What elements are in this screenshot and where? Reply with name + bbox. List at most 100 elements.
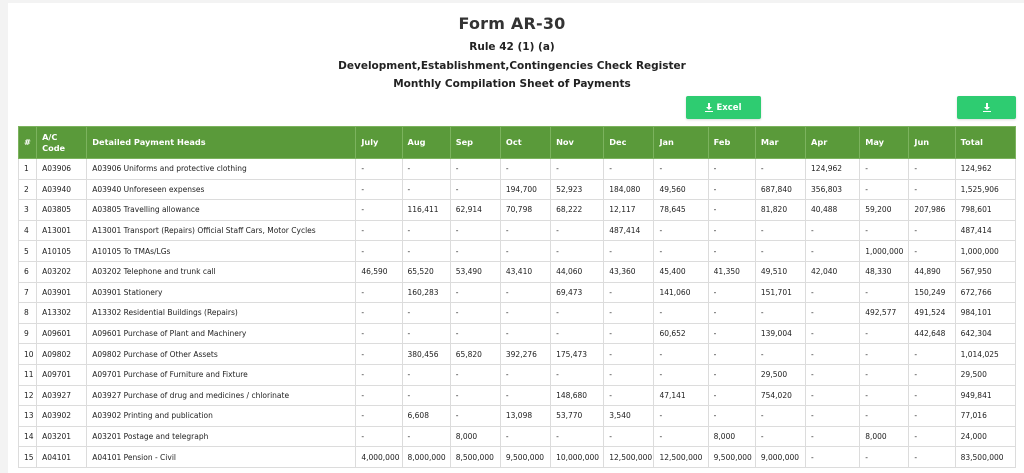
table-cell: - <box>805 219 861 242</box>
table-cell: - <box>805 446 861 468</box>
table-row: 6 A03202 A03202 Telephone and trunk call 46… <box>17 260 1017 283</box>
table-cell: - <box>499 219 552 242</box>
table-cell: A09802 <box>36 343 88 365</box>
table-cell: 1,014,025 <box>954 343 1017 365</box>
table-cell: - <box>355 425 403 448</box>
table-cell: 8,000 <box>859 425 910 448</box>
table-cell: 194,700 <box>499 178 552 201</box>
table-cell: 43,360 <box>603 260 655 283</box>
table-cell: 687,840 <box>754 178 807 201</box>
table-cell: - <box>859 446 910 468</box>
table-cell: - <box>499 322 552 345</box>
table-cell: - <box>355 158 403 180</box>
table-cell: 4,000,000 <box>355 446 403 468</box>
table-cell: 356,803 <box>805 178 861 201</box>
table-cell: - <box>449 363 501 386</box>
table-cell: A10105 To TMAs/LGs <box>86 240 357 262</box>
payments-table: # A/C Code Detailed Payment Heads July Aug Sep… <box>17 126 1017 468</box>
table-cell: - <box>908 240 956 262</box>
table-cell: - <box>707 302 756 324</box>
table-cell: 754,020 <box>754 384 807 407</box>
table-cell: - <box>707 158 756 180</box>
table-cell: 15 <box>17 446 38 468</box>
table-cell: 442,648 <box>908 322 956 345</box>
table-cell: - <box>603 363 655 386</box>
table-cell: - <box>355 384 403 407</box>
table-cell: 124,962 <box>954 158 1017 180</box>
table-cell: - <box>550 425 605 448</box>
table-cell: 3,540 <box>603 405 655 427</box>
table-cell: A03940 <box>36 178 88 201</box>
column-header: Oct <box>499 126 552 159</box>
table-cell: - <box>401 178 451 201</box>
table-cell: - <box>859 405 910 427</box>
table-cell: - <box>707 322 756 345</box>
table-cell: 492,577 <box>859 302 910 324</box>
table-cell: - <box>653 302 709 324</box>
table-cell: 487,414 <box>603 219 655 242</box>
table-cell: - <box>603 425 655 448</box>
table-cell: - <box>754 343 807 365</box>
table-cell: 6 <box>17 260 38 283</box>
table-cell: 14 <box>17 425 38 448</box>
table-cell: - <box>401 425 451 448</box>
table-cell: - <box>449 158 501 180</box>
table-cell: 65,820 <box>449 343 501 365</box>
table-cell: A03201 <box>36 425 88 448</box>
table-cell: A03940 Unforeseen expenses <box>86 178 357 201</box>
table-cell: - <box>355 219 403 242</box>
table-cell: - <box>908 446 956 468</box>
table-cell: 78,645 <box>653 199 709 221</box>
table-cell: 12,500,000 <box>603 446 655 468</box>
table-cell: 380,456 <box>401 343 451 365</box>
sheet-subtitle: Monthly Compilation Sheet of Payments <box>393 78 631 90</box>
table-cell: - <box>603 322 655 345</box>
table-row: 11 A09701 A09701 Purchase of Furniture and… <box>17 363 1017 386</box>
table-cell: - <box>355 178 403 201</box>
table-cell: - <box>355 322 403 345</box>
table-cell: 44,890 <box>908 260 956 283</box>
page-title: Form AR-30 <box>458 14 566 33</box>
table-row: 5 A10105 A10105 To TMAs/LGs - - - - - - - - - -1,000… <box>17 240 1017 262</box>
table-cell: 13 <box>17 405 38 427</box>
table-cell: 53,490 <box>449 260 501 283</box>
table-cell: - <box>355 302 403 324</box>
column-header: Feb <box>707 126 756 159</box>
table-cell: - <box>653 240 709 262</box>
table-cell: 392,276 <box>499 343 552 365</box>
table-cell: - <box>908 158 956 180</box>
table-cell: - <box>499 384 552 407</box>
table-cell: 175,473 <box>550 343 605 365</box>
table-cell: 48,330 <box>859 260 910 283</box>
export-excel-button[interactable]: Excel <box>686 96 761 119</box>
table-cell: 8,000 <box>449 425 501 448</box>
table-cell: 9,500,000 <box>707 446 756 468</box>
table-cell: - <box>859 343 910 365</box>
table-cell: - <box>499 363 552 386</box>
table-cell: - <box>603 281 655 304</box>
table-cell: - <box>908 425 956 448</box>
table-cell: - <box>550 219 605 242</box>
table-cell: - <box>754 219 807 242</box>
column-header: Dec <box>603 126 655 159</box>
table-cell: A09802 Purchase of Other Assets <box>86 343 357 365</box>
table-cell: - <box>499 240 552 262</box>
table-cell: - <box>499 425 552 448</box>
table-cell: - <box>449 384 501 407</box>
table-cell: - <box>550 322 605 345</box>
table-cell: 1,000,000 <box>859 240 910 262</box>
column-header: # <box>17 126 38 159</box>
table-row: 4 A13001 A13001 Transport (Repairs) Offici… <box>17 219 1017 242</box>
table-cell: 8,000,000 <box>401 446 451 468</box>
download-button[interactable] <box>957 96 1016 119</box>
column-header: Jun <box>908 126 956 159</box>
table-cell: - <box>603 384 655 407</box>
table-cell: - <box>355 405 403 427</box>
table-cell: 139,004 <box>754 322 807 345</box>
table-cell: 43,410 <box>499 260 552 283</box>
table-cell: A09701 Purchase of Furniture and Fixture <box>86 363 357 386</box>
table-cell: - <box>707 363 756 386</box>
table-cell: - <box>908 363 956 386</box>
table-cell: A13001 <box>36 219 88 242</box>
table-cell: - <box>653 158 709 180</box>
